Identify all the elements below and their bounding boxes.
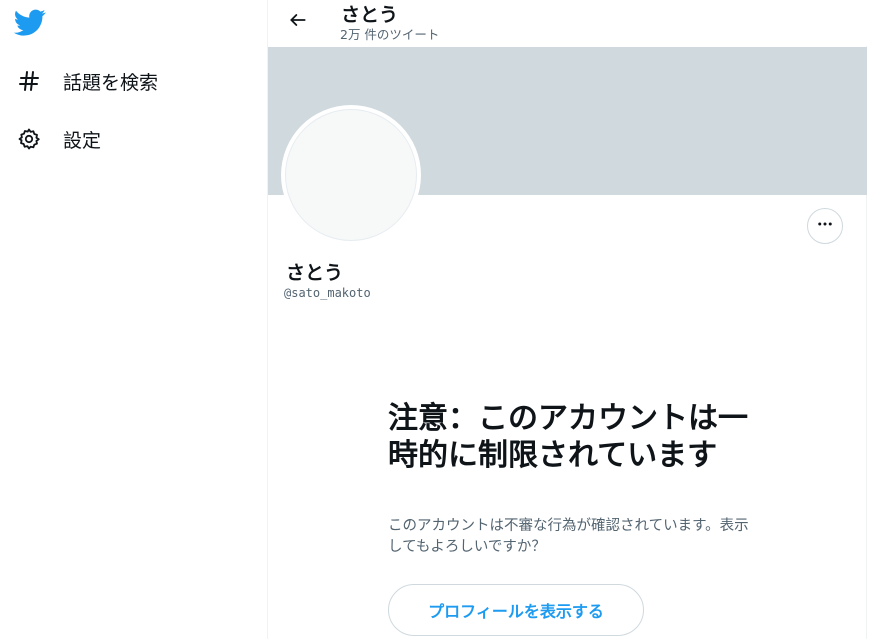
sidebar-item-label: 設定: [63, 129, 102, 152]
header-title: さとう: [341, 4, 399, 26]
sidebar: 話題を検索 設定: [0, 0, 268, 639]
sidebar-item-settings[interactable]: 設定: [16, 119, 101, 159]
more-horizontal-icon: [816, 215, 834, 237]
tweet-count: 2万 件のツイート: [340, 27, 440, 42]
warning-title: 注意：このアカウントは一時的に制限されています: [388, 401, 748, 473]
gear-icon: [16, 126, 42, 152]
warning-description: このアカウントは不審な行為が確認されています。表示してもよろしいですか？: [388, 518, 749, 555]
user-handle: @sato_makoto: [284, 286, 371, 300]
back-button[interactable]: [284, 8, 312, 36]
avatar-image: [285, 109, 417, 241]
avatar[interactable]: [281, 105, 421, 245]
twitter-logo-icon[interactable]: [13, 6, 46, 38]
arrow-left-icon: [288, 10, 308, 34]
sidebar-item-explore[interactable]: 話題を検索: [16, 61, 158, 101]
hashtag-icon: [16, 68, 42, 94]
profile-column: さとう 2万 件のツイート さとう @sato_makoto 注意：このアカウン…: [267, 0, 867, 639]
view-profile-button[interactable]: プロフィールを表示する: [388, 584, 644, 636]
sidebar-item-label: 話題を検索: [63, 71, 159, 94]
display-name: さとう: [286, 262, 344, 284]
more-options-button[interactable]: [807, 208, 843, 244]
profile-header-bar: さとう 2万 件のツイート: [268, 0, 867, 46]
